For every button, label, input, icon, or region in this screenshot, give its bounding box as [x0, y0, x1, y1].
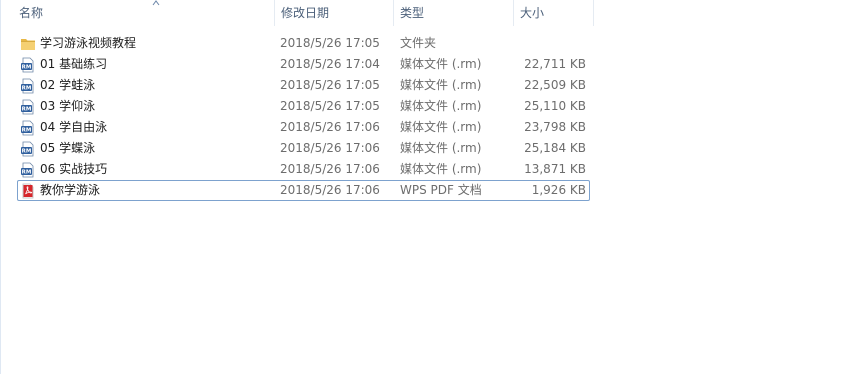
file-type: 媒体文件 (.rm): [400, 120, 482, 134]
file-name: 02 学蛙泳: [40, 78, 96, 92]
column-header-size[interactable]: 大小: [514, 0, 594, 26]
rm-file-icon: RM: [21, 162, 34, 178]
folder-icon: [21, 39, 35, 50]
file-type: 媒体文件 (.rm): [400, 57, 482, 71]
file-name: 04 学自由泳: [40, 120, 108, 134]
rm-file-icon: RM: [21, 57, 34, 73]
file-row[interactable]: RM 05 学蝶泳 2018/5/26 17:06 媒体文件 (.rm) 25,…: [17, 138, 590, 159]
file-name: 学习游泳视频教程: [40, 36, 137, 50]
file-row[interactable]: RM 04 学自由泳 2018/5/26 17:06 媒体文件 (.rm) 23…: [17, 117, 590, 138]
column-header-date-label: 修改日期: [281, 6, 330, 20]
column-header-size-label: 大小: [520, 6, 545, 20]
svg-text:RM: RM: [22, 86, 32, 92]
svg-text:RM: RM: [22, 170, 32, 176]
rm-file-icon: RM: [21, 141, 34, 157]
file-type: 媒体文件 (.rm): [400, 141, 482, 155]
file-row[interactable]: RM 01 基础练习 2018/5/26 17:04 媒体文件 (.rm) 22…: [17, 54, 590, 75]
file-type: 媒体文件 (.rm): [400, 78, 482, 92]
file-date: 2018/5/26 17:05: [280, 99, 380, 113]
file-explorer: 名称 修改日期 类型 大小 学习游泳视频教程 2018/5/26 17:05 文…: [0, 0, 855, 374]
file-size: 22,509 KB: [524, 78, 586, 92]
file-name: 01 基础练习: [40, 57, 108, 71]
file-type: WPS PDF 文档: [400, 183, 482, 197]
file-date: 2018/5/26 17:05: [280, 36, 380, 50]
column-header-date[interactable]: 修改日期: [275, 0, 394, 26]
rm-file-icon: RM: [21, 99, 34, 115]
file-date: 2018/5/26 17:06: [280, 183, 380, 197]
file-row[interactable]: 学习游泳视频教程 2018/5/26 17:05 文件夹: [17, 33, 590, 54]
svg-text:RM: RM: [22, 65, 32, 71]
file-name: 05 学蝶泳: [40, 141, 96, 155]
svg-text:RM: RM: [22, 107, 32, 113]
file-date: 2018/5/26 17:06: [280, 120, 380, 134]
file-date: 2018/5/26 17:06: [280, 162, 380, 176]
pane-border: [0, 0, 1, 374]
file-date: 2018/5/26 17:04: [280, 57, 380, 71]
file-row[interactable]: RM 02 学蛙泳 2018/5/26 17:05 媒体文件 (.rm) 22,…: [17, 75, 590, 96]
file-type: 媒体文件 (.rm): [400, 99, 482, 113]
file-size: 1,926 KB: [531, 183, 586, 197]
column-header-type-label: 类型: [400, 6, 425, 20]
rm-file-icon: RM: [21, 78, 34, 94]
file-size: 22,711 KB: [524, 57, 586, 71]
file-size: 25,110 KB: [524, 99, 586, 113]
file-name: 06 实战技巧: [40, 162, 108, 176]
column-header-name-label: 名称: [19, 6, 44, 20]
file-row-selected[interactable]: 教你学游泳 2018/5/26 17:06 WPS PDF 文档 1,926 K…: [17, 180, 590, 201]
file-row[interactable]: RM 06 实战技巧 2018/5/26 17:06 媒体文件 (.rm) 13…: [17, 159, 590, 180]
rm-file-icon: RM: [21, 120, 34, 136]
column-header-type[interactable]: 类型: [394, 0, 514, 26]
svg-text:RM: RM: [22, 128, 32, 134]
file-date: 2018/5/26 17:06: [280, 141, 380, 155]
column-header-name[interactable]: 名称: [13, 0, 275, 26]
file-date: 2018/5/26 17:05: [280, 78, 380, 92]
file-size: 13,871 KB: [524, 162, 586, 176]
column-header: 名称 修改日期 类型 大小: [0, 0, 595, 26]
svg-text:RM: RM: [22, 149, 32, 155]
file-name: 教你学游泳: [40, 183, 101, 197]
file-size: 23,798 KB: [524, 120, 586, 134]
file-type: 文件夹: [400, 36, 437, 50]
pdf-file-icon: [22, 183, 34, 199]
column-divider[interactable]: [593, 0, 594, 26]
file-row[interactable]: RM 03 学仰泳 2018/5/26 17:05 媒体文件 (.rm) 25,…: [17, 96, 590, 117]
file-type: 媒体文件 (.rm): [400, 162, 482, 176]
file-name: 03 学仰泳: [40, 99, 96, 113]
file-size: 25,184 KB: [524, 141, 586, 155]
sort-ascending-icon: [152, 0, 160, 6]
file-list: 学习游泳视频教程 2018/5/26 17:05 文件夹 RM 01 基础练习 …: [17, 33, 590, 201]
